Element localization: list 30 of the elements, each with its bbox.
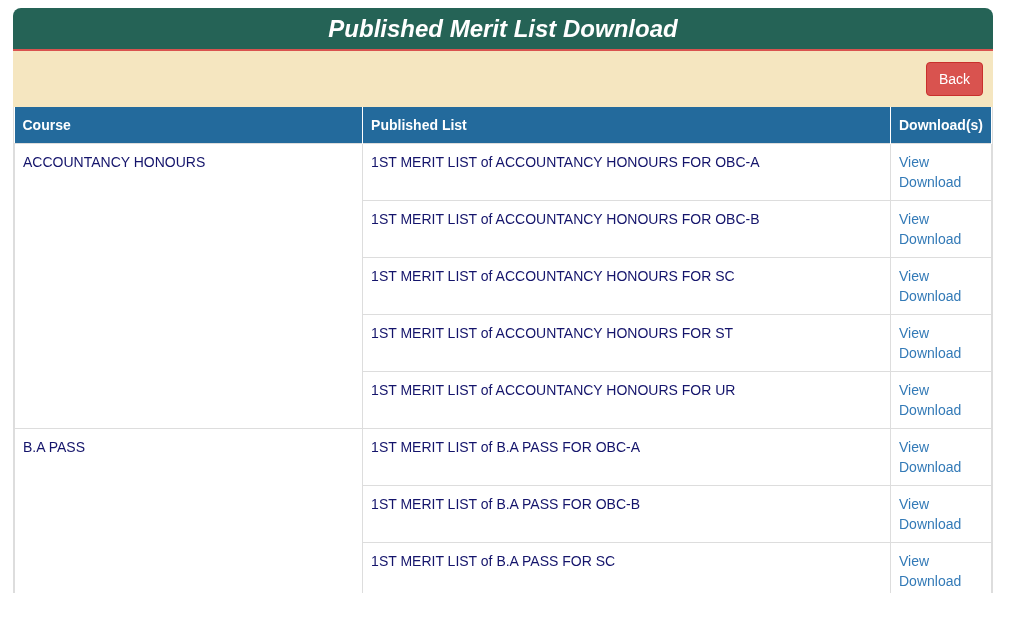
column-header: Published List <box>362 107 891 144</box>
course-cell: ACCOUNTANCY HONOURS <box>14 143 363 429</box>
back-button[interactable]: Back <box>925 62 983 96</box>
view-link[interactable]: View <box>899 551 930 571</box>
view-link[interactable]: View <box>899 266 930 286</box>
download-link[interactable]: Download <box>899 457 962 477</box>
course-cell: B.A PASS <box>14 428 363 593</box>
view-link[interactable]: View <box>899 323 930 343</box>
view-link[interactable]: View <box>899 437 930 457</box>
view-link[interactable]: View <box>899 152 930 172</box>
column-header: Download(s) <box>890 107 992 144</box>
column-header: Course <box>14 107 363 144</box>
page-title: Published Merit List Download <box>328 14 678 43</box>
list-cell: 1ST MERIT LIST of ACCOUNTANCY HONOURS FOR SC <box>362 257 891 315</box>
download-link[interactable]: Download <box>899 343 962 363</box>
view-link[interactable]: View <box>899 209 930 229</box>
download-link[interactable]: Download <box>899 286 962 306</box>
list-cell: 1ST MERIT LIST of ACCOUNTANCY HONOURS FOR ST <box>362 314 891 372</box>
download-link[interactable]: Download <box>899 400 962 420</box>
download-link[interactable]: Download <box>899 172 962 192</box>
download-link[interactable]: Download <box>899 229 962 249</box>
list-cell: 1ST MERIT LIST of ACCOUNTANCY HONOURS FOR OBC-B <box>362 200 891 258</box>
download-link[interactable]: Download <box>899 571 962 591</box>
list-cell: 1ST MERIT LIST of ACCOUNTANCY HONOURS FOR OBC-A <box>362 143 891 201</box>
view-link[interactable]: View <box>899 380 930 400</box>
list-cell: 1ST MERIT LIST of ACCOUNTANCY HONOURS FOR UR <box>362 371 891 429</box>
view-link[interactable]: View <box>899 494 930 514</box>
list-cell: 1ST MERIT LIST of B.A PASS FOR OBC-A <box>362 428 891 486</box>
download-link[interactable]: Download <box>899 514 962 534</box>
list-cell: 1ST MERIT LIST of B.A PASS FOR OBC-B <box>362 485 891 543</box>
